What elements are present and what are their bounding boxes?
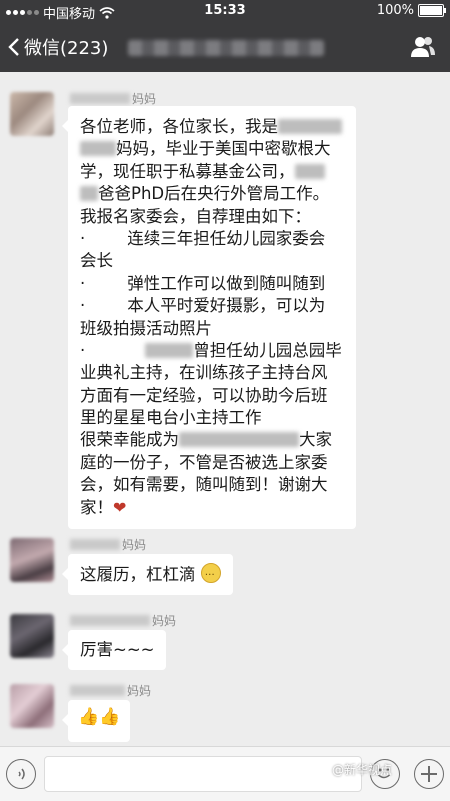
back-label: 微信(223) [24, 38, 109, 59]
message-line: · 连续三年担任幼儿园家委会 [80, 228, 326, 248]
back-chevron-icon [8, 38, 19, 56]
voice-icon [18, 768, 25, 780]
redacted-text [145, 342, 194, 358]
text-segment: 爸爸PhD后在央行外管局工作。 [98, 184, 330, 204]
message-line: 很荣幸能成为 大家 [80, 429, 346, 451]
redacted-text [179, 432, 299, 448]
redacted-text [80, 186, 98, 202]
sender-name: 妈妈 [70, 90, 156, 107]
redacted-text [278, 119, 342, 134]
message-bubble[interactable]: 各位老师，各位家长，我是 妈妈，毕业于美国中密歇根大 学，现任职于私募基金公司，… [62, 106, 356, 530]
watermark: @新华视点 [331, 763, 392, 777]
message-line: 会长 [80, 251, 113, 271]
message-bubble[interactable]: 这履历，杠杠滴 [62, 554, 233, 596]
text-segment: 大家 [299, 430, 332, 450]
text-segment: 很荣幸能成为 [80, 430, 179, 450]
message-bubble[interactable]: 👍👍 [61, 700, 131, 742]
text-segment: 曾担任幼儿园总园毕 [193, 340, 342, 360]
group-members-icon[interactable] [410, 35, 436, 59]
chat-area[interactable]: 妈妈 各位老师，各位家长，我是 妈妈，毕业于美国中密歇根大 学，现任职于私募基金… [0, 72, 450, 746]
avatar[interactable] [10, 92, 54, 136]
sender-name: 妈妈 [70, 682, 151, 699]
message-line: 妈妈，毕业于美国中密歇根大 [80, 138, 346, 160]
message-line: 各位老师，各位家长，我是 [80, 116, 346, 138]
text-segment: · [80, 340, 86, 360]
sender-name: 妈妈 [70, 612, 176, 629]
avatar[interactable] [10, 614, 54, 658]
text-segment: 学，现任职于私募基金公司， [80, 161, 295, 181]
back-button[interactable]: 微信(223) [8, 34, 108, 60]
avatar[interactable] [10, 538, 54, 582]
sender-name: 妈妈 [70, 536, 146, 553]
message-text: 这履历，杠杠滴 [80, 565, 196, 584]
message-line: · 曾担任幼儿园总园毕 [80, 340, 346, 362]
text-segment: 家！ [80, 497, 113, 517]
message-text: 厉害~~~ [80, 640, 155, 659]
redacted-text [80, 141, 116, 157]
thumbs-up-icon: 👍 [78, 707, 100, 727]
message-line: 爸爸PhD后在央行外管局工作。 [80, 183, 346, 205]
sender-suffix: 妈妈 [152, 614, 177, 628]
message-line: 方面有一定经验，可以协助今后班 [80, 385, 328, 405]
thumbs-up-icon: 👍 [99, 707, 121, 727]
message-line: 我报名家委会，自荐理由如下： [80, 206, 311, 226]
sweat-smile-emoji-icon [200, 562, 221, 584]
message-line: 业典礼主持，在训练孩子主持台风 [80, 363, 328, 383]
sender-suffix: 妈妈 [132, 92, 157, 106]
chat-title-redacted [128, 40, 324, 56]
battery-percent: 100% [376, 3, 414, 18]
avatar[interactable] [10, 684, 54, 728]
text-segment: 各位老师，各位家长，我是 [80, 117, 278, 136]
sender-suffix: 妈妈 [122, 538, 147, 552]
status-bar: 中国移动 15:33 100% [0, 0, 450, 22]
message-input[interactable] [44, 756, 362, 792]
nav-bar: 微信(223) [0, 22, 450, 72]
plus-icon[interactable] [414, 759, 444, 789]
battery-icon [418, 4, 446, 17]
message-line: 里的星星电台小主持工作 [80, 408, 262, 428]
message-line: 家！❤ [80, 497, 346, 519]
message-line: 会，如有需要，随叫随到！谢谢大 [80, 475, 328, 495]
message-line: 班级拍摄活动照片 [80, 318, 212, 338]
message-line: · 弹性工作可以做到随叫随到 [80, 273, 326, 293]
voice-button[interactable] [6, 759, 36, 789]
message-line: 学，现任职于私募基金公司， [80, 161, 346, 183]
message-line: 庭的一份子，不管是否被选上家委 [80, 452, 328, 472]
redacted-text [294, 163, 325, 179]
heart-icon: ❤ [113, 497, 127, 517]
message-bubble[interactable]: 厉害~~~ [61, 630, 167, 671]
text-segment: 妈妈，毕业于美国中密歇根大 [116, 139, 331, 159]
message-line: · 本人平时爱好摄影，可以为 [80, 296, 326, 316]
sender-suffix: 妈妈 [127, 684, 152, 698]
status-right: 100% [376, 3, 446, 18]
